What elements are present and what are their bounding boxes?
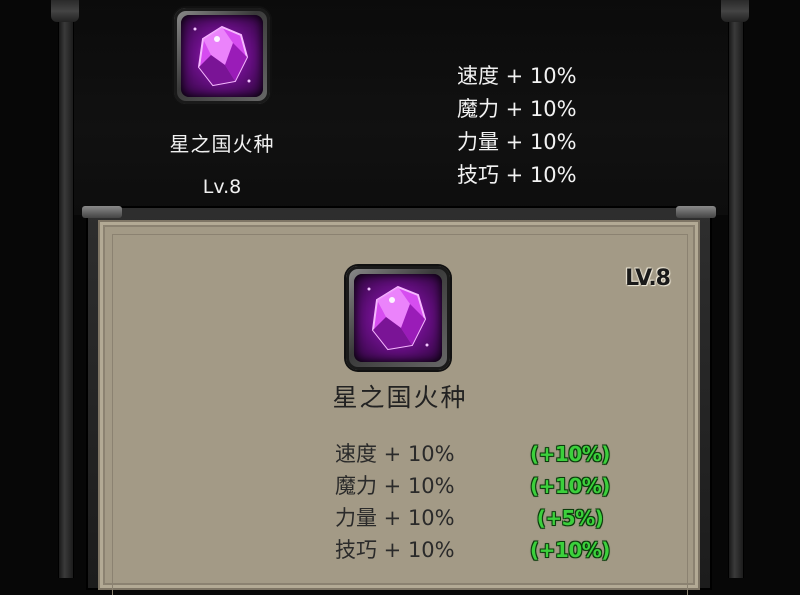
item-icon-slot[interactable] [174,8,270,104]
detail-bonus-skill: (+10%) [530,538,610,562]
stat-strength: 力量 + 10% [457,130,577,154]
item-stat-list: 速度 + 10% 魔力 + 10% 力量 + 10% 技巧 + 10% [457,60,657,192]
panel-corner-left [82,206,122,218]
detail-stat-row: 魔力 + 10% (+10%) [335,470,665,502]
item-level: Lv.8 [202,176,242,198]
detail-stat-list: 速度 + 10% (+10%) 魔力 + 10% (+10%) 力量 + 10%… [335,438,665,566]
detail-bonus-strength: (+5%) [536,506,604,530]
purple-gem-icon [354,274,442,362]
stat-skill: 技巧 + 10% [457,163,577,187]
level-badge: LV.8 [625,266,671,291]
detail-bonus-magic: (+10%) [530,474,610,498]
detail-bonus-speed: (+10%) [530,442,610,466]
frame-pillar-left [58,0,74,578]
detail-stat-speed: 速度 + 10% [335,442,455,466]
frame-cap-left [51,0,79,22]
detail-stat-row: 速度 + 10% (+10%) [335,438,665,470]
detail-stat-row: 力量 + 10% (+5%) [335,502,665,534]
frame-cap-right [721,0,749,22]
frame-pillar-right [728,0,744,578]
item-name: 星之国火种 [169,132,275,156]
detail-stat-magic: 魔力 + 10% [335,474,455,498]
detail-stat-strength: 力量 + 10% [335,506,455,530]
purple-gem-icon [181,15,263,97]
detail-item-name: 星之国火种 [332,383,468,412]
detail-stat-row: 技巧 + 10% (+10%) [335,534,665,566]
detail-item-icon-slot [346,266,450,370]
detail-stat-skill: 技巧 + 10% [335,538,455,562]
panel-corner-right [676,206,716,218]
stat-speed: 速度 + 10% [457,64,577,88]
stat-magic: 魔力 + 10% [457,97,577,121]
